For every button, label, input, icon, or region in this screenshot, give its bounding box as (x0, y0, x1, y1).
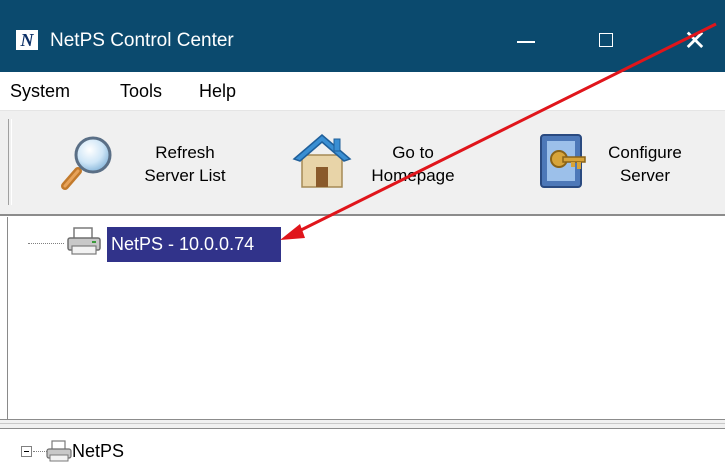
toolbar: Refresh Server List Go to Homepage Confi… (0, 111, 725, 214)
refresh-server-list-button[interactable]: Refresh Server List (60, 125, 250, 197)
app-logo: N (16, 30, 38, 50)
menu-system[interactable]: System (10, 81, 70, 102)
title-bar[interactable]: N NetPS Control Center ✕ (0, 0, 725, 72)
window-title: NetPS Control Center (50, 30, 234, 51)
configure-server-icon (540, 134, 586, 188)
magnifier-icon (61, 136, 112, 190)
configure-label: Configure Server (608, 143, 682, 185)
menu-help[interactable]: Help (199, 81, 236, 102)
close-button[interactable]: ✕ (672, 18, 718, 64)
menu-bar: System Tools Help (0, 72, 725, 111)
menu-tools[interactable]: Tools (120, 81, 162, 102)
collapse-toggle[interactable] (21, 446, 32, 457)
refresh-label: Refresh Server List (144, 143, 226, 185)
homepage-label: Go to Homepage (371, 143, 455, 185)
configure-server-button[interactable]: Configure Server (535, 125, 725, 197)
maximize-button[interactable] (585, 18, 631, 64)
splitter[interactable] (0, 419, 725, 429)
toolbar-grip[interactable] (8, 119, 12, 205)
tree-connector (28, 243, 64, 244)
go-to-homepage-button[interactable]: Go to Homepage (290, 125, 490, 197)
house-icon (292, 134, 352, 188)
minimize-button[interactable] (503, 18, 549, 64)
tree-item-netps-server[interactable]: NetPS - 10.0.0.74 (107, 227, 281, 262)
printer-icon (67, 227, 101, 255)
printer-icon (46, 440, 72, 462)
tree-connector-bottom (33, 451, 47, 452)
tree-item-netps[interactable]: NetPS (72, 441, 124, 462)
